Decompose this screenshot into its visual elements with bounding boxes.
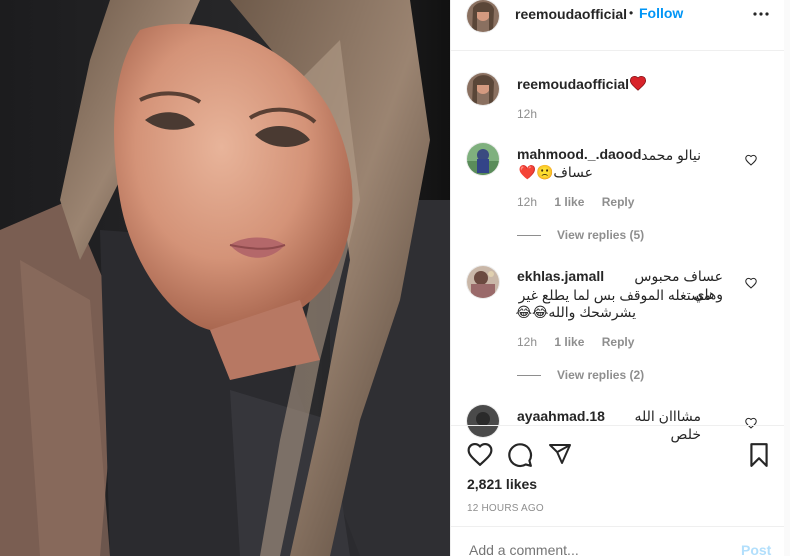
comment-like-heart-icon[interactable] <box>745 153 757 166</box>
page-background-strip <box>784 0 790 556</box>
replies-divider <box>517 235 541 237</box>
comment-icon[interactable] <box>507 442 533 473</box>
comment-text: مستغله الموقف بس لما يطلع غير <box>518 287 711 303</box>
comment-meta: 12h 1 like Reply <box>517 335 648 349</box>
bookmark-icon[interactable] <box>747 442 771 473</box>
post-actions: 2,821 likes 12 HOURS AGO Post <box>451 425 785 556</box>
more-horizontal-icon[interactable] <box>751 6 771 27</box>
caption-avatar[interactable] <box>467 73 499 105</box>
comment-time[interactable]: 12h <box>517 195 537 209</box>
comment-reply-button[interactable]: Reply <box>602 195 635 209</box>
commenter-username[interactable]: ekhlas.jamall <box>517 268 604 284</box>
comment-text: نيالو محمد <box>641 147 701 163</box>
author-username[interactable]: reemoudaofficial <box>515 6 627 22</box>
post-header: reemoudaofficial • Follow <box>451 0 785 51</box>
author-avatar[interactable] <box>467 0 499 32</box>
view-replies-button[interactable]: View replies (5) <box>517 228 644 242</box>
add-comment-bar: Post <box>451 526 785 556</box>
follow-button[interactable]: Follow <box>639 5 683 21</box>
likes-count[interactable]: 2,821 likes <box>467 476 537 492</box>
post-comment-button[interactable]: Post <box>741 542 771 556</box>
post-details-panel: reemoudaofficial • Follow reemoudaoffici… <box>450 0 786 556</box>
follow-separator: • <box>629 6 634 20</box>
posted-time[interactable]: 12 HOURS AGO <box>467 503 544 514</box>
commenter-avatar[interactable] <box>467 143 499 175</box>
comment-time[interactable]: 12h <box>517 335 537 349</box>
post-photo[interactable] <box>0 0 450 556</box>
commenter-avatar[interactable] <box>467 266 499 298</box>
comment-meta: 12h 1 like Reply <box>517 195 648 209</box>
send-icon[interactable] <box>547 442 573 471</box>
comment-text: عساف🙁❤️ <box>518 164 593 180</box>
comment-reply-button[interactable]: Reply <box>602 335 635 349</box>
caption-heart-emoji <box>629 75 647 96</box>
caption-username[interactable]: reemoudaofficial <box>517 76 629 92</box>
comment-like-heart-icon[interactable] <box>745 276 757 289</box>
view-replies-button[interactable]: View replies (2) <box>517 368 644 382</box>
heart-icon[interactable] <box>467 442 493 471</box>
replies-divider <box>517 375 541 377</box>
commenter-username[interactable]: ayaahmad.18 <box>517 408 605 424</box>
comment-likes[interactable]: 1 like <box>554 195 584 209</box>
comment-text: يشرشحك والله😂😂 <box>515 304 636 320</box>
caption-time[interactable]: 12h <box>517 107 537 121</box>
portrait-image <box>0 0 450 556</box>
comment-likes[interactable]: 1 like <box>554 335 584 349</box>
add-comment-input[interactable] <box>467 541 721 556</box>
